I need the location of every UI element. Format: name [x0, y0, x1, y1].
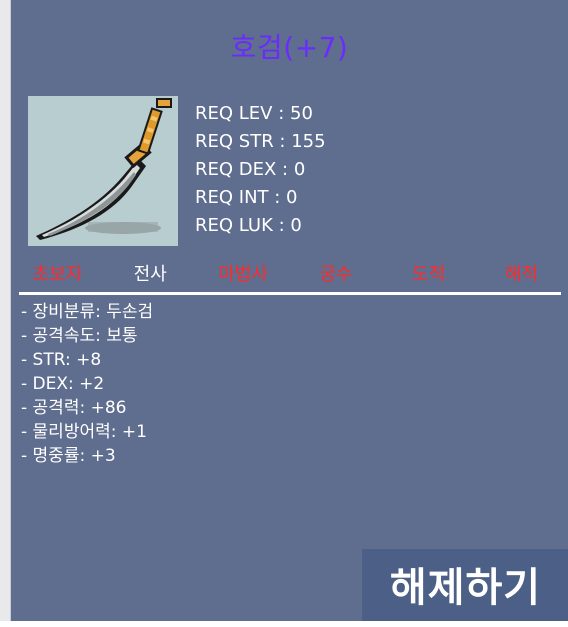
job-restrictions: 초보자 전사 마법사 궁수 도적 해적 — [11, 260, 568, 286]
item-name: 호검(+7) — [230, 31, 349, 64]
item-stats-list: - 장비분류: 두손검 - 공격속도: 보통 - STR: +8 - DEX: … — [21, 300, 153, 468]
window-frame-edge — [0, 0, 10, 621]
stat-dex: - DEX: +2 — [21, 374, 105, 394]
job-magician: 마법사 — [218, 264, 268, 285]
stat-str: - STR: +8 — [21, 350, 102, 370]
job-warrior: 전사 — [133, 264, 167, 285]
job-pirate: 해적 — [504, 264, 539, 285]
stat-attack: - 공격력: +86 — [21, 398, 127, 418]
job-beginner: 초보자 — [32, 264, 83, 285]
sword-icon — [36, 98, 172, 240]
req-level: REQ LEV : 50 — [195, 103, 313, 124]
req-str: REQ STR : 155 — [195, 131, 326, 152]
job-bowman: 궁수 — [319, 264, 353, 285]
stat-accuracy: - 명중률: +3 — [21, 446, 116, 466]
stat-category: - 장비분류: 두손검 — [21, 302, 154, 322]
item-tooltip-panel: 호검(+7) REQ LEV : 50 REQ STR: 155 REQ DE… — [10, 0, 568, 621]
req-luk: REQ LUK : 0 — [195, 215, 302, 236]
divider — [19, 292, 561, 295]
requirements-list: REQ LEV : 50 REQ STR : 155 REQ DEX : 0 R… — [195, 100, 326, 240]
item-image — [28, 96, 178, 246]
job-thief: 도적 — [412, 264, 446, 285]
stat-defense: - 물리방어력: +1 — [21, 422, 147, 442]
req-int: REQ INT : 0 — [195, 187, 298, 208]
stat-attack-speed: - 공격속도: 보통 — [21, 326, 138, 346]
req-dex: REQ DEX : 0 — [195, 159, 306, 180]
release-button[interactable]: 해제하기 — [362, 549, 568, 621]
